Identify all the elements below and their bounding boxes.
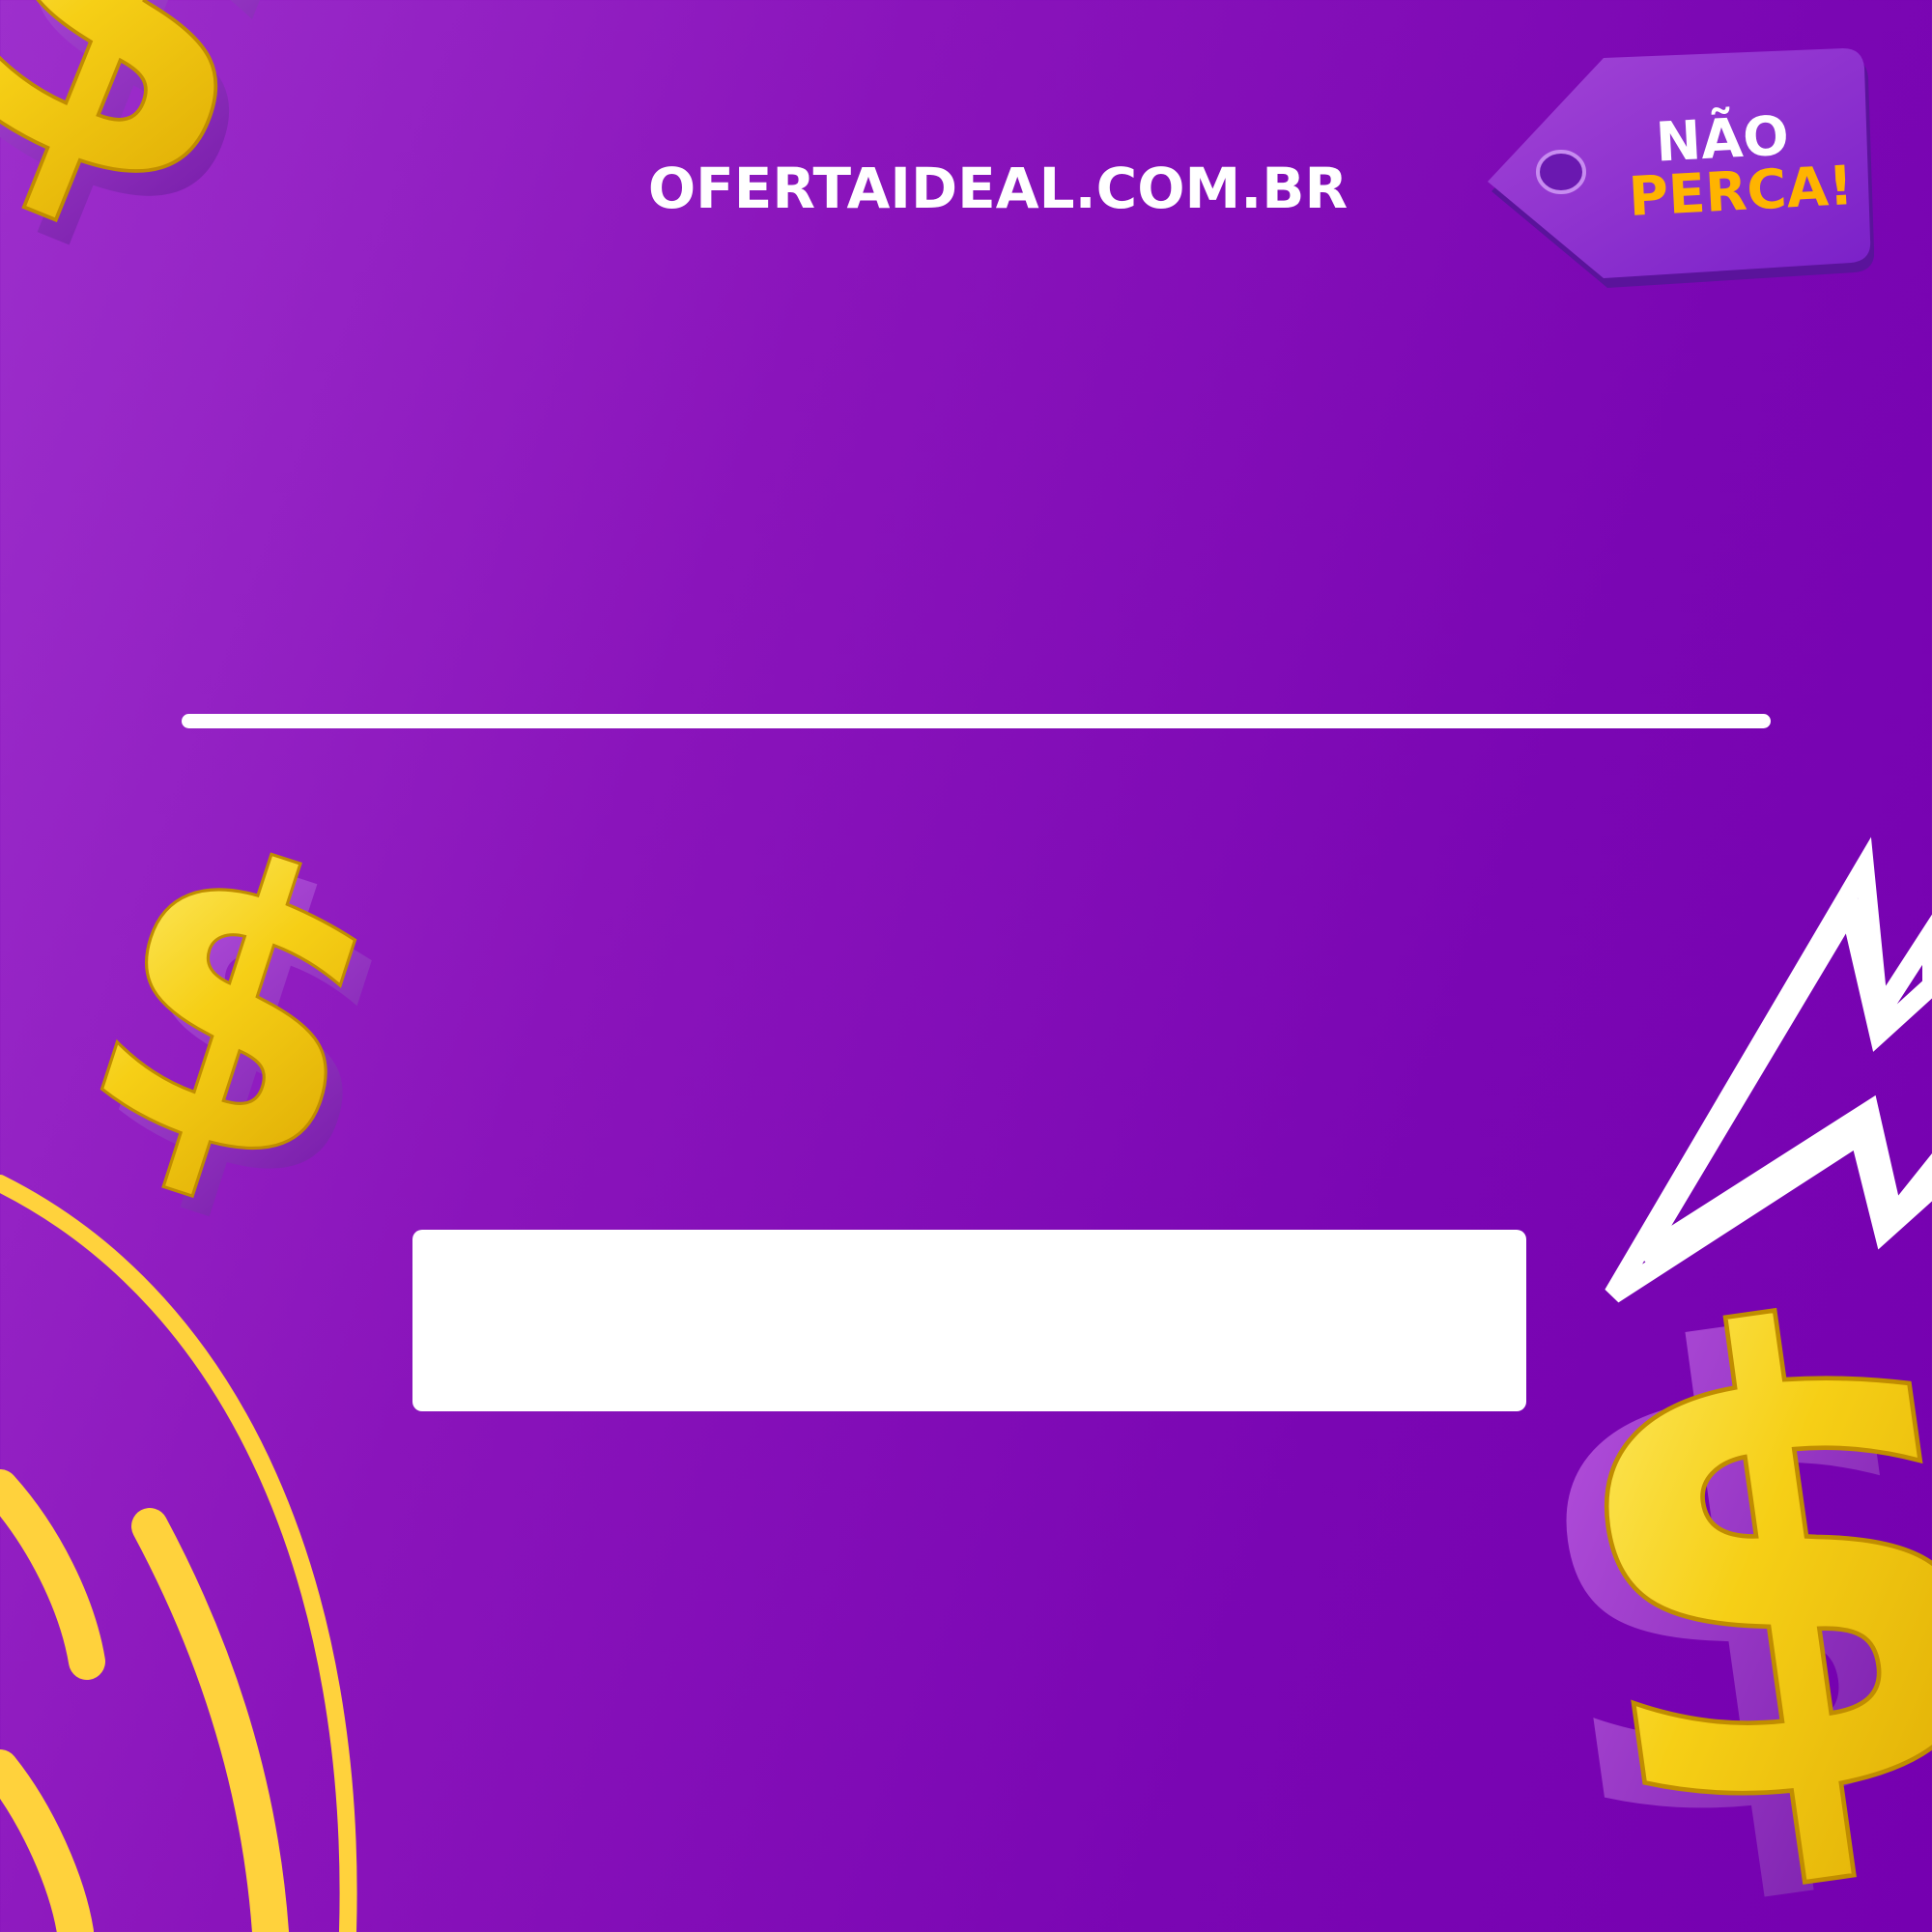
svg-text:$: $ [0, 0, 355, 306]
svg-text:$: $ [40, 757, 433, 1266]
white-panel [412, 1230, 1526, 1411]
tag-hole [1536, 150, 1586, 194]
tag-text-perca: PERCA! [1627, 154, 1855, 230]
decor-layer: $ $ $ $ $ $ [0, 0, 1932, 1932]
arc-lines [0, 1175, 357, 1932]
promo-tag: NÃO PERCA! [1488, 46, 1875, 288]
divider [182, 714, 1771, 728]
dollar-icon: $ $ [38, 755, 449, 1287]
dollar-icon: $ $ [1478, 1177, 1932, 1932]
